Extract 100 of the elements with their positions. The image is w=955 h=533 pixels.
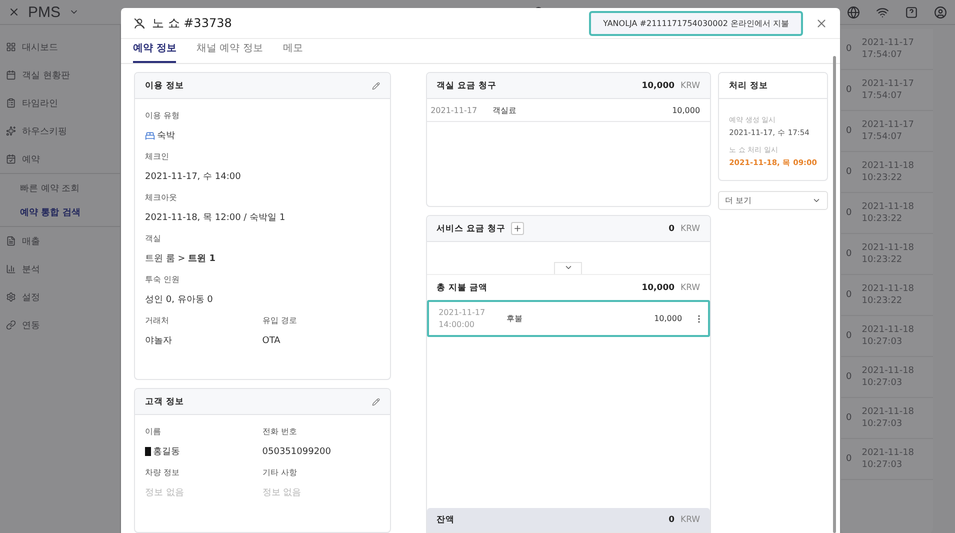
payment-row[interactable]: 2021-11-17 14:00:00 후불 10,000: [426, 300, 710, 337]
scrollbar[interactable]: [833, 56, 836, 533]
tab[interactable]: 채널 예약 정보: [196, 39, 263, 63]
field-label: 차량 정보: [145, 466, 181, 478]
timestamp-text: 2021-11-18 10:23:22: [862, 160, 914, 184]
field-value: OTA: [262, 334, 282, 348]
calendar-icon: [6, 70, 16, 80]
timestamp-text: 2021-11-17 17:54:07: [862, 118, 914, 144]
chevron-icon: [812, 196, 821, 205]
charge-amount: 10,000: [672, 106, 700, 114]
timestamp-text: 2021-11-18 10:27:03: [862, 446, 914, 472]
sidebar-item[interactable]: 설정: [0, 283, 120, 311]
sidebar-item[interactable]: 예약: [0, 145, 120, 173]
timestamp-text: 2021-11-18 10:23:22: [862, 242, 914, 266]
link-icon: [6, 320, 16, 330]
timestamp-text: 2021-11-18 10:23:22: [862, 200, 914, 226]
field-label: 거래처: [145, 314, 170, 326]
sidebar-item[interactable]: 매출: [0, 227, 120, 255]
field-value: 050351099200: [262, 446, 332, 458]
total-amount: 0: [668, 515, 675, 525]
sidebar-item[interactable]: 연동: [0, 311, 120, 339]
field-label: 객실: [145, 232, 162, 244]
plus-icon: [513, 224, 522, 233]
timestamp-text: 2021-11-18 10:27:03: [862, 364, 914, 390]
globe-icon[interactable]: [847, 6, 860, 18]
field-value: 정보 없음: [262, 487, 302, 500]
clipboard-icon: [6, 98, 16, 108]
timestamp-text: 2021-11-17 17:54:07: [862, 36, 914, 62]
field-value: 트윈 룸 > 트윈 1: [145, 253, 217, 266]
help-icon[interactable]: [905, 6, 918, 18]
mask-icon: [145, 447, 151, 456]
close-icon: [815, 16, 828, 30]
field-label: 체크인: [145, 150, 170, 162]
charge-item: 객실료: [492, 104, 517, 116]
total-amount: 10,000: [642, 80, 675, 90]
sparkles-icon: [6, 126, 16, 136]
currency-text: KRW: [680, 515, 700, 525]
count-text: 0: [846, 413, 852, 423]
count-text: 0: [846, 249, 852, 259]
modal-title: 노 쇼 #33738: [152, 14, 232, 32]
count-text: 0: [846, 331, 852, 341]
section-title: 총 지불 금액: [436, 282, 488, 294]
field-label: 이용 유형: [145, 110, 181, 122]
sidebar-subitem[interactable]: 예약 통합 검색: [0, 200, 120, 224]
field-value: 홍길동: [145, 441, 262, 462]
count-text: 0: [846, 290, 852, 300]
field-value: 야놀자: [145, 335, 173, 348]
edit-icon[interactable]: [372, 82, 380, 90]
timestamp-text: 2021-11-17 17:54:07: [862, 78, 914, 102]
card-title: 고객 정보: [145, 396, 184, 408]
field-value: 2021-11-18, 목 12:00 / 숙박일 1: [145, 212, 286, 225]
timestamp-text: 2021-11-18 10:23:22: [862, 282, 914, 308]
field-label: 전화 번호: [262, 426, 298, 438]
timestamp-text: 2021-11-18 10:27:03: [862, 324, 914, 348]
add-button[interactable]: [511, 222, 524, 235]
charge-date: 2021-11-17: [430, 106, 478, 114]
currency-text: KRW: [680, 80, 700, 90]
card-title: 객실 요금 청구: [436, 80, 496, 92]
logo-icon: [8, 6, 20, 18]
sidebar-item[interactable]: 대시보드: [0, 33, 120, 61]
timestamp-text: 2021-11-18 10:27:03: [862, 406, 914, 430]
close-button[interactable]: [815, 16, 828, 30]
card-title: 서비스 요금 청구: [436, 222, 506, 234]
user-icon[interactable]: [934, 6, 947, 18]
wifi-icon[interactable]: [876, 6, 889, 18]
total-amount: 0: [668, 224, 675, 234]
bar-chart-icon: [6, 264, 16, 274]
currency-text: KRW: [680, 224, 700, 234]
tab[interactable]: 메모: [282, 39, 303, 63]
count-text: 0: [846, 85, 852, 95]
payment-date: 2021-11-17 14:00:00: [438, 307, 486, 330]
card-title: 처리 정보: [729, 80, 768, 92]
grid-icon: [6, 42, 16, 52]
sidebar-item[interactable]: 객실 현황판: [0, 61, 120, 89]
field-label: 기타 사항: [262, 466, 298, 478]
field-label: 투숙 인원: [145, 274, 181, 286]
field-label: 유입 경로: [262, 314, 298, 326]
payment-method: 후불: [506, 313, 523, 324]
currency-text: KRW: [680, 282, 700, 292]
sidebar-item[interactable]: 분석: [0, 255, 120, 283]
total-amount: 10,000: [642, 282, 675, 292]
count-text: 0: [846, 208, 852, 218]
sidebar-item[interactable]: 타임라인: [0, 89, 120, 117]
more-dropdown[interactable]: 더 보기: [718, 191, 828, 210]
field-label: 체크아웃: [145, 192, 178, 204]
count-text: 0: [846, 372, 852, 382]
document-icon: [6, 236, 16, 246]
person-slash-icon: [133, 16, 146, 30]
sidebar-subitem[interactable]: 빠른 예약 조회: [0, 176, 120, 200]
sidebar-item[interactable]: 하우스키핑: [0, 117, 120, 145]
settings-icon: [6, 292, 16, 302]
field-value: 2021-11-17, 수 14:00: [145, 171, 242, 184]
calendar-icon: [6, 154, 16, 164]
bed-icon: [145, 130, 155, 140]
section-title: 잔액: [436, 514, 455, 526]
edit-icon[interactable]: [372, 398, 380, 406]
count-text: 0: [846, 44, 852, 54]
tab[interactable]: 예약 정보: [133, 39, 176, 63]
channel-badge: YANOLJA #2111171754030002 온라인에서 지불: [589, 10, 803, 36]
app-logo: PMS: [28, 4, 61, 20]
